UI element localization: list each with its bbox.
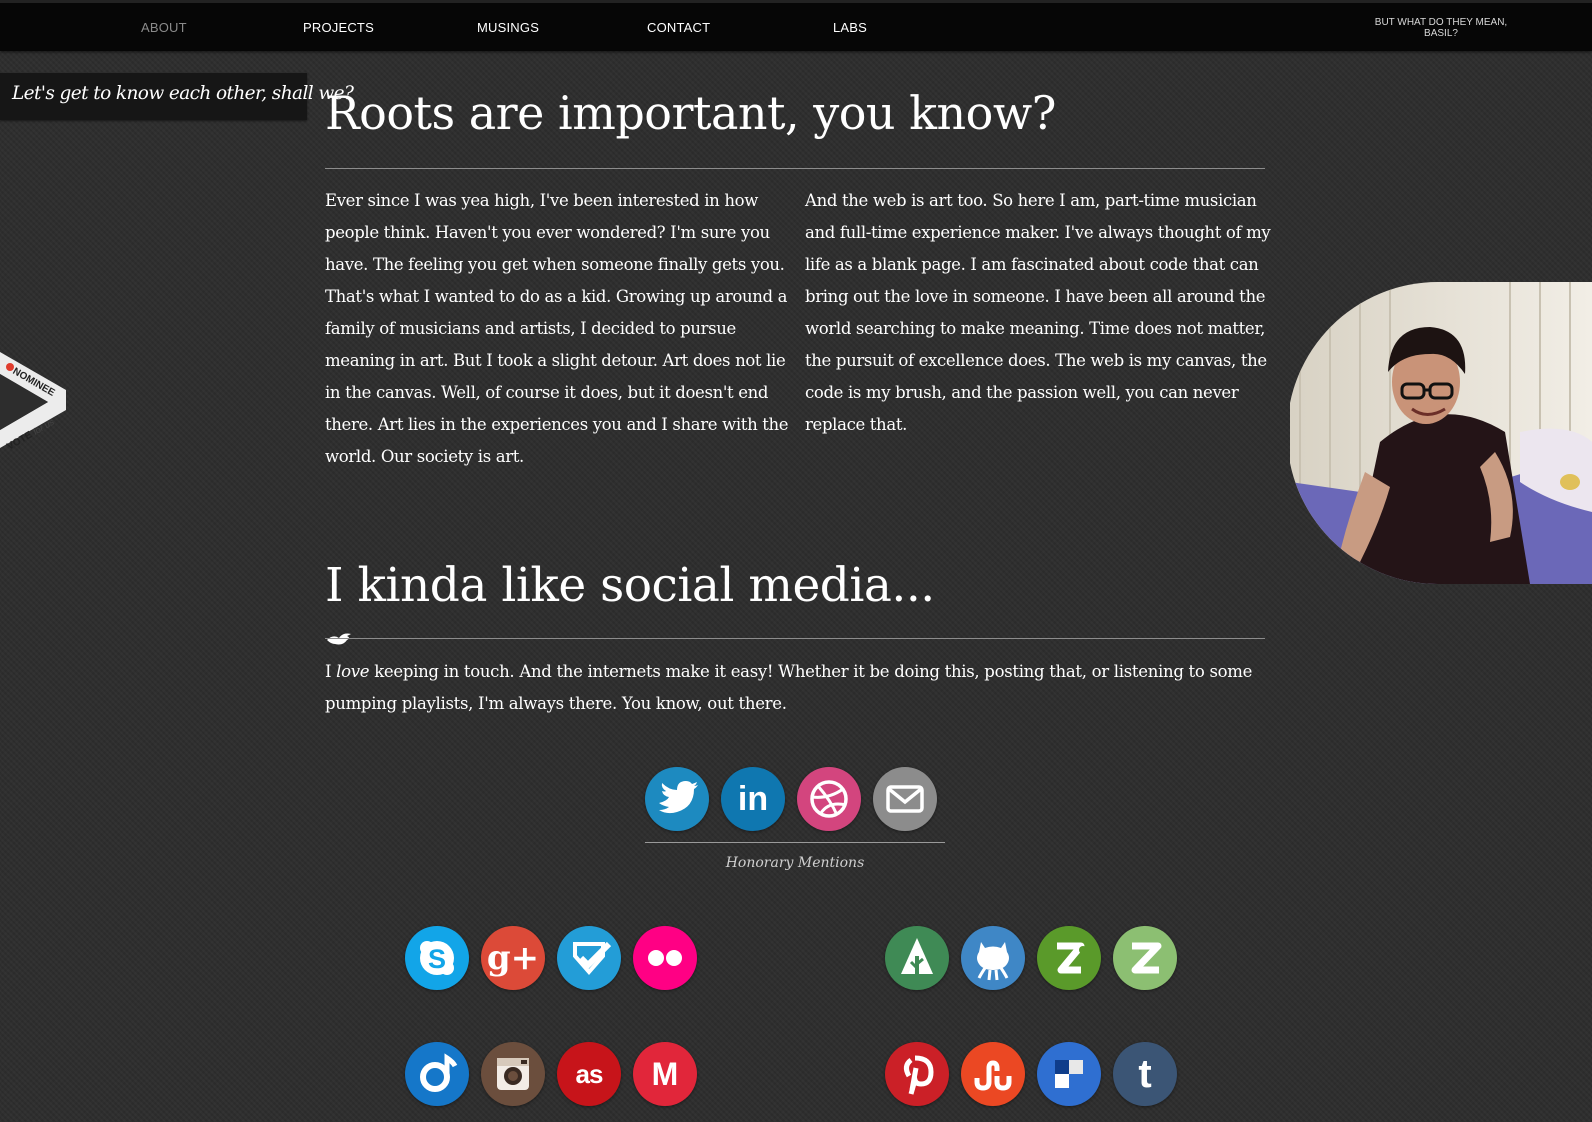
- lastfm-icon[interactable]: as: [557, 1042, 621, 1106]
- google-plus-icon[interactable]: g+: [481, 926, 545, 990]
- stumbleupon-icon[interactable]: [961, 1042, 1025, 1106]
- side-tag-text: Let's get to know each other, shall we?: [12, 83, 354, 104]
- social-intro: I love keeping in touch. And the interne…: [325, 662, 1253, 713]
- zootool-icon[interactable]: [1113, 926, 1177, 990]
- nav-labs[interactable]: LABS: [833, 20, 867, 35]
- nav-about[interactable]: ABOUT: [141, 20, 187, 35]
- foursquare-icon[interactable]: [557, 926, 621, 990]
- tumblr-icon[interactable]: t: [1113, 1042, 1177, 1106]
- nav-tagline: BUT WHAT DO THEY MEAN, BASIL?: [1374, 17, 1508, 39]
- side-tag: Let's get to know each other, shall we?: [0, 73, 354, 120]
- top-nav: ABOUT PROJECTS MUSINGS CONTACT LABS BUT …: [0, 0, 1592, 51]
- nav-contact[interactable]: CONTACT: [647, 20, 710, 35]
- roots-divider: [325, 168, 1265, 169]
- delicious-icon[interactable]: [1037, 1042, 1101, 1106]
- dribbble-icon[interactable]: [797, 767, 861, 831]
- email-icon[interactable]: [873, 767, 937, 831]
- twitter-icon[interactable]: [645, 767, 709, 831]
- love-emphasis: love: [336, 662, 370, 681]
- nav-projects[interactable]: PROJECTS: [303, 20, 374, 35]
- honorary-mentions-label: Honorary Mentions: [725, 855, 865, 871]
- roots-column-2: And the web is art too. So here I am, pa…: [805, 191, 1271, 434]
- social-divider: [325, 638, 1265, 639]
- roots-heading: Roots are important, you know?: [325, 86, 1056, 140]
- instagram-icon[interactable]: [481, 1042, 545, 1106]
- honorary-divider: [645, 842, 945, 843]
- mixx-icon[interactable]: M: [633, 1042, 697, 1106]
- nominee-ribbon-badge[interactable]: NOMINEE VOTE for us: [0, 352, 72, 460]
- nav-musings[interactable]: MUSINGS: [477, 20, 539, 35]
- zerply-icon[interactable]: [1037, 926, 1101, 990]
- rdio-icon[interactable]: [405, 1042, 469, 1106]
- skype-icon[interactable]: S: [405, 926, 469, 990]
- profile-photo: [1290, 282, 1592, 584]
- github-icon[interactable]: [961, 926, 1025, 990]
- flickr-icon[interactable]: [633, 926, 697, 990]
- forrst-icon[interactable]: [885, 926, 949, 990]
- pinterest-icon[interactable]: [885, 1042, 949, 1106]
- social-heading: I kinda like social media...: [325, 558, 935, 613]
- linkedin-icon[interactable]: in: [721, 767, 785, 831]
- roots-column-1: Ever since I was yea high, I've been int…: [325, 191, 789, 466]
- svg-text:S: S: [428, 944, 446, 974]
